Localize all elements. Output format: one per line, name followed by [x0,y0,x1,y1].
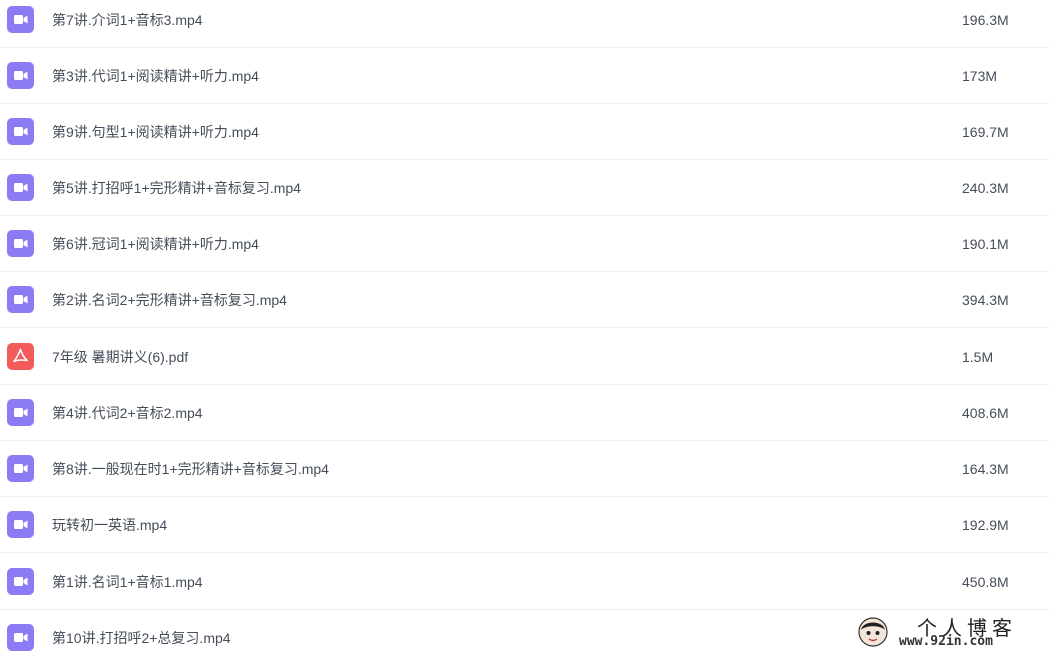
file-name[interactable]: 第2讲.名词2+完形精讲+音标复习.mp4 [52,272,287,328]
file-row[interactable]: 第4讲.代词2+音标2.mp4 408.6M [0,385,1049,441]
video-file-icon [7,624,34,651]
video-file-icon [7,455,34,482]
file-size: 450.8M [962,574,1009,590]
file-size: 196.3M [962,12,1009,28]
file-row[interactable]: 第5讲.打招呼1+完形精讲+音标复习.mp4 240.3M [0,160,1049,216]
file-row[interactable]: 第2讲.名词2+完形精讲+音标复习.mp4 394.3M [0,272,1049,328]
file-name[interactable]: 玩转初一英语.mp4 [52,497,167,553]
video-file-icon [7,6,34,33]
file-row[interactable]: 第9讲.句型1+阅读精讲+听力.mp4 169.7M [0,104,1049,160]
file-row[interactable]: 第8讲.一般现在时1+完形精讲+音标复习.mp4 164.3M [0,441,1049,497]
video-file-icon [7,399,34,426]
file-size: 408.6M [962,405,1009,421]
watermark: 个人博客 www.92in.com [855,612,1045,652]
file-size: 164.3M [962,461,1009,477]
file-row[interactable]: 玩转初一英语.mp4 192.9M [0,497,1049,553]
file-size: 190.1M [962,236,1009,252]
video-file-icon [7,174,34,201]
watermark-url: www.92in.com [899,634,993,649]
file-list: 第7讲.介词1+音标3.mp4 196.3M 第3讲.代词1+阅读精讲+听力.m… [0,0,1049,654]
video-file-icon [7,286,34,313]
file-name[interactable]: 第9讲.句型1+阅读精讲+听力.mp4 [52,104,259,160]
video-file-icon [7,230,34,257]
file-name[interactable]: 第6讲.冠词1+阅读精讲+听力.mp4 [52,216,259,272]
file-name[interactable]: 第7讲.介词1+音标3.mp4 [52,0,203,48]
file-size: 169.7M [962,124,1009,140]
file-row[interactable]: 第1讲.名词1+音标1.mp4 450.8M [0,554,1049,610]
file-row[interactable]: 第6讲.冠词1+阅读精讲+听力.mp4 190.1M [0,216,1049,272]
video-file-icon [7,568,34,595]
file-name[interactable]: 第3讲.代词1+阅读精讲+听力.mp4 [52,48,259,104]
file-name[interactable]: 7年级 暑期讲义(6).pdf [52,329,188,385]
file-row[interactable]: 第3讲.代词1+阅读精讲+听力.mp4 173M [0,48,1049,104]
file-size: 394.3M [962,292,1009,308]
pdf-file-icon [7,343,34,370]
video-file-icon [7,118,34,145]
video-file-icon [7,511,34,538]
file-size: 173M [962,68,998,84]
file-row[interactable]: 7年级 暑期讲义(6).pdf 1.5M [0,329,1049,385]
avatar-icon [858,617,888,647]
file-size: 240.3M [962,180,1009,196]
file-name[interactable]: 第4讲.代词2+音标2.mp4 [52,385,203,441]
file-name[interactable]: 第5讲.打招呼1+完形精讲+音标复习.mp4 [52,160,301,216]
file-name[interactable]: 第8讲.一般现在时1+完形精讲+音标复习.mp4 [52,441,329,497]
file-name[interactable]: 第10讲.打招呼2+总复习.mp4 [52,610,231,654]
video-file-icon [7,62,34,89]
file-size: 1.5M [962,349,994,365]
file-row[interactable]: 第7讲.介词1+音标3.mp4 196.3M [0,0,1049,48]
file-size: 192.9M [962,517,1009,533]
file-name[interactable]: 第1讲.名词1+音标1.mp4 [52,554,203,610]
